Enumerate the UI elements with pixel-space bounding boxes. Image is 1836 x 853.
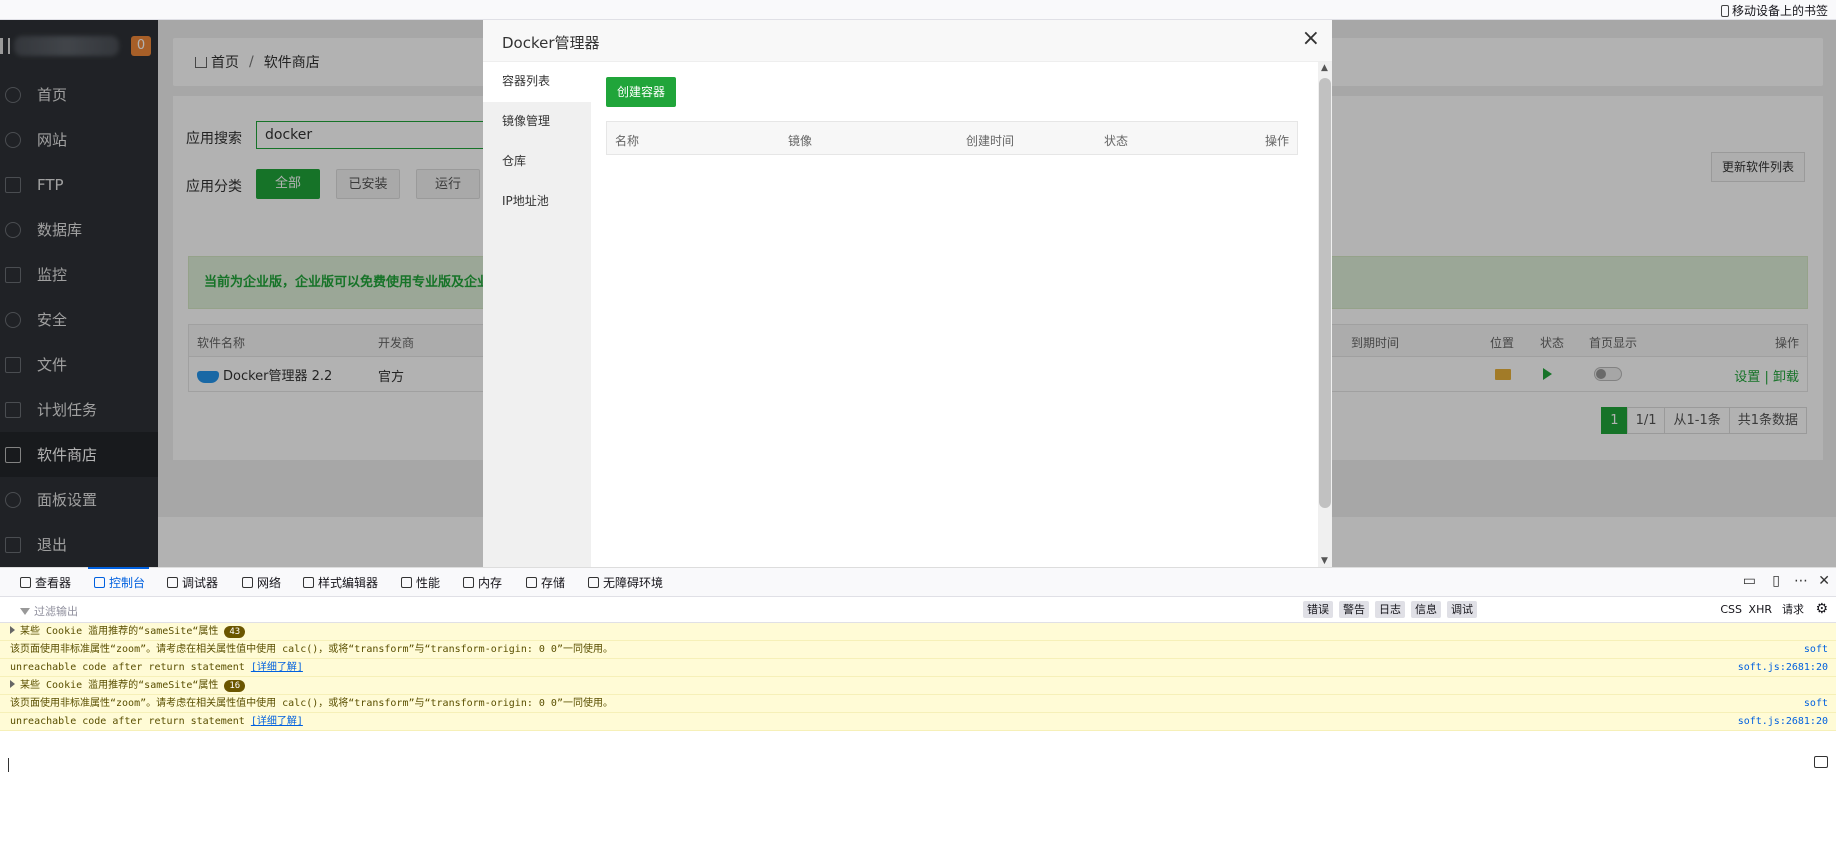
- bookmarks-bar: 移动设备上的书签: [0, 0, 1836, 20]
- inspector-icon: [20, 577, 31, 588]
- message-text: 某些 Cookie 滥用推荐的“sameSite“属性: [20, 626, 219, 637]
- tab-inspector[interactable]: 查看器: [20, 574, 71, 591]
- message-text: unreachable code after return statement: [10, 662, 245, 673]
- console-message: 该页面使用非标准属性“zoom”。请考虑在相关属性值中使用 calc()，或将“…: [0, 641, 1836, 659]
- tab-label: 查看器: [35, 576, 72, 590]
- tab-label: 样式编辑器: [318, 576, 379, 590]
- console-message[interactable]: 某些 Cookie 滥用推荐的“sameSite“属性 16: [0, 677, 1836, 695]
- filter-icon: [20, 607, 30, 615]
- console-filter-bar: 过滤输出 错误 警告 日志 信息 调试 CSS XHR 请求 ⚙: [0, 597, 1836, 623]
- console-message: 该页面使用非标准属性“zoom”。请考虑在相关属性值中使用 calc()，或将“…: [0, 695, 1836, 713]
- container-table-header: 名称 镜像 创建时间 状态 操作: [606, 121, 1298, 155]
- tab-network[interactable]: 网络: [242, 574, 281, 591]
- tab-accessibility[interactable]: 无障碍环境: [588, 574, 663, 591]
- learn-more-link[interactable]: [详细了解]: [251, 716, 303, 727]
- console-icon: [94, 577, 105, 588]
- tab-label: 控制台: [109, 576, 146, 590]
- tab-label: 性能: [416, 576, 441, 590]
- tab-performance[interactable]: 性能: [401, 574, 440, 591]
- gear-icon[interactable]: ⚙: [1811, 601, 1832, 618]
- console-input[interactable]: [8, 758, 9, 772]
- gauge-icon: [401, 577, 412, 588]
- filter-placeholder: 过滤输出: [34, 605, 78, 618]
- split-console-icon[interactable]: [1814, 756, 1828, 768]
- col-status: 状态: [1104, 134, 1129, 148]
- message-count: 43: [224, 626, 246, 638]
- tab-memory[interactable]: 内存: [463, 574, 502, 591]
- tab-storage[interactable]: 存储: [526, 574, 565, 591]
- message-source[interactable]: soft: [1804, 695, 1828, 713]
- modal-body: 创建容器 名称 镜像 创建时间 状态 操作: [591, 62, 1318, 567]
- filter-requests[interactable]: 请求: [1778, 601, 1808, 618]
- message-count: 16: [224, 680, 246, 692]
- tab-containers[interactable]: 容器列表: [483, 62, 591, 102]
- modal-header: Docker管理器 ×: [483, 20, 1332, 62]
- filter-logs[interactable]: 日志: [1375, 601, 1405, 618]
- create-container-button[interactable]: 创建容器: [606, 77, 676, 107]
- filter-debug[interactable]: 调试: [1447, 601, 1477, 618]
- mobile-bookmarks-label: 移动设备上的书签: [1731, 4, 1828, 18]
- scroll-down-icon[interactable]: ▼: [1321, 556, 1328, 566]
- tab-console[interactable]: 控制台: [87, 567, 150, 591]
- devtools-toolbar: 查看器 控制台 调试器 网络 样式编辑器 性能 内存 存储 无障碍环境 ▭ ▯ …: [0, 567, 1836, 597]
- more-options-icon[interactable]: ⋯: [1794, 573, 1808, 589]
- console-message: unreachable code after return statement …: [0, 659, 1836, 677]
- close-devtools-icon[interactable]: ✕: [1818, 573, 1830, 589]
- tab-label: 调试器: [182, 576, 219, 590]
- devtools-panel: 查看器 控制台 调试器 网络 样式编辑器 性能 内存 存储 无障碍环境 ▭ ▯ …: [0, 567, 1836, 853]
- debugger-icon: [167, 577, 178, 588]
- chip-icon: [463, 577, 474, 588]
- col-created: 创建时间: [966, 134, 1015, 148]
- modal-title: Docker管理器: [502, 34, 600, 52]
- console-message[interactable]: 某些 Cookie 滥用推荐的“sameSite“属性 43: [0, 623, 1836, 641]
- tab-label: 存储: [541, 576, 566, 590]
- tab-images[interactable]: 镜像管理: [483, 102, 591, 142]
- learn-more-link[interactable]: [详细了解]: [251, 662, 303, 673]
- col-name: 名称: [615, 134, 640, 148]
- docker-manager-modal: Docker管理器 × 容器列表 镜像管理 仓库 IP地址池 创建容器 名称 镜…: [483, 20, 1332, 567]
- col-image: 镜像: [788, 134, 813, 148]
- filter-xhr[interactable]: XHR: [1745, 601, 1776, 618]
- braces-icon: [303, 577, 314, 588]
- filter-css[interactable]: CSS: [1716, 601, 1746, 618]
- expand-arrow-icon[interactable]: [10, 626, 15, 634]
- message-text: 该页面使用非标准属性“zoom”。请考虑在相关属性值中使用 calc()，或将“…: [10, 698, 613, 709]
- storage-icon: [526, 577, 537, 588]
- close-icon[interactable]: ×: [1302, 28, 1320, 50]
- message-source[interactable]: soft.js:2681:20: [1738, 659, 1828, 677]
- col-action: 操作: [1264, 134, 1289, 148]
- tab-debugger[interactable]: 调试器: [167, 574, 218, 591]
- modal-scrollbar[interactable]: ▲ ▼: [1318, 62, 1332, 567]
- accessibility-icon: [588, 577, 599, 588]
- modal-tabs: 容器列表 镜像管理 仓库 IP地址池: [483, 62, 591, 567]
- tab-label: 内存: [478, 576, 503, 590]
- mobile-bookmarks[interactable]: 移动设备上的书签: [1720, 2, 1828, 19]
- filter-warnings[interactable]: 警告: [1339, 601, 1369, 618]
- message-text: 某些 Cookie 滥用推荐的“sameSite“属性: [20, 680, 219, 691]
- tab-style-editor[interactable]: 样式编辑器: [303, 574, 378, 591]
- tab-label: 网络: [257, 576, 282, 590]
- tab-label: 无障碍环境: [603, 576, 664, 590]
- message-source[interactable]: soft: [1804, 641, 1828, 659]
- network-icon: [242, 577, 253, 588]
- filter-input[interactable]: 过滤输出: [20, 603, 78, 619]
- filter-errors[interactable]: 错误: [1303, 601, 1333, 618]
- scrollbar-thumb[interactable]: [1319, 78, 1331, 508]
- phone-icon: [1720, 4, 1729, 17]
- responsive-icon[interactable]: ▯: [1772, 573, 1780, 589]
- tab-ip-pool[interactable]: IP地址池: [483, 182, 591, 222]
- message-text: unreachable code after return statement: [10, 716, 245, 727]
- scroll-up-icon[interactable]: ▲: [1321, 63, 1328, 73]
- tab-registry[interactable]: 仓库: [483, 142, 591, 182]
- filter-info[interactable]: 信息: [1411, 601, 1441, 618]
- message-source[interactable]: soft.js:2681:20: [1738, 713, 1828, 731]
- console-message: unreachable code after return statement …: [0, 713, 1836, 731]
- dock-icon[interactable]: ▭: [1743, 573, 1756, 589]
- message-text: 该页面使用非标准属性“zoom”。请考虑在相关属性值中使用 calc()，或将“…: [10, 644, 613, 655]
- expand-arrow-icon[interactable]: [10, 680, 15, 688]
